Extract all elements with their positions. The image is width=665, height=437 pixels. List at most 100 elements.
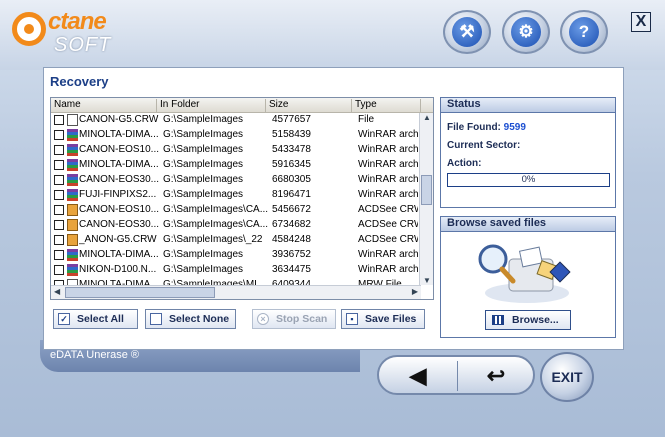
logo-text-bottom: SOFT <box>54 34 112 56</box>
return-button[interactable]: ↩ <box>461 363 531 389</box>
row-checkbox[interactable] <box>54 265 64 275</box>
save-disk-icon: ▪ <box>346 313 358 325</box>
tools-button[interactable]: ⚒ <box>443 10 491 54</box>
scroll-up-icon[interactable]: ▲ <box>423 113 431 122</box>
file-name: MINOLTA-DIMA... <box>79 249 159 260</box>
help-button[interactable]: ? <box>560 10 608 54</box>
file-row[interactable]: rar-iconMINOLTA-DIMA... G:\SampleImages 51… <box>51 128 421 143</box>
save-files-button[interactable]: ▪ Save Files <box>341 309 425 329</box>
options-button[interactable]: ⚙ <box>502 10 550 54</box>
row-checkbox[interactable] <box>54 250 64 260</box>
scroll-right-icon[interactable]: ▶ <box>412 287 418 296</box>
browse-saved-box: Browse saved files Browse... <box>440 216 616 338</box>
file-size: 3634475 <box>272 264 311 275</box>
exit-button[interactable]: EXIT <box>540 352 594 402</box>
file-type-icon: rar-icon <box>67 144 78 156</box>
file-name: MINOLTA-DIMA... <box>79 129 159 140</box>
file-size: 8196471 <box>272 189 311 200</box>
product-name: eDATA Unerase ® <box>50 349 140 361</box>
save-files-label: Save Files <box>365 313 417 325</box>
file-name: MINOLTA-DIMA... <box>79 159 159 170</box>
file-rows: doc-iconCANON-G5.CRW G:\SampleImages 45776… <box>51 113 421 293</box>
row-checkbox[interactable] <box>54 175 64 185</box>
row-checkbox[interactable] <box>54 130 64 140</box>
file-type: WinRAR arch <box>358 249 418 260</box>
file-folder: G:\SampleImages\CA... <box>163 219 268 230</box>
scroll-left-icon[interactable]: ◀ <box>54 287 60 296</box>
file-folder: G:\SampleImages <box>163 249 244 260</box>
navigation-buttons: ◀ ↩ <box>377 355 535 395</box>
horizontal-scrollbar[interactable]: ◀ ▶ <box>51 285 421 299</box>
row-checkbox[interactable] <box>54 160 64 170</box>
row-checkbox[interactable] <box>54 235 64 245</box>
file-name: CANON-EOS10... <box>79 204 160 215</box>
file-row[interactable]: acd-iconCANON-EOS30...G:\SampleImages\CA… <box>51 218 421 233</box>
file-type: ACDSee CRW <box>358 219 418 230</box>
action-label: Action: <box>447 158 482 169</box>
file-type-icon: rar-icon <box>67 129 78 141</box>
file-size: 5456672 <box>272 204 311 215</box>
file-type-icon: rar-icon <box>67 174 78 186</box>
select-all-label: Select All <box>77 313 124 325</box>
file-size: 4577657 <box>272 114 311 125</box>
vertical-scrollbar[interactable]: ▲ ▼ <box>419 113 433 285</box>
file-row[interactable]: acd-icon_ANON-G5.CRW G:\SampleImages\_22 4… <box>51 233 421 248</box>
file-name: _ANON-G5.CRW <box>79 234 157 245</box>
file-type: ACDSee CRW <box>358 234 418 245</box>
row-checkbox[interactable] <box>54 145 64 155</box>
file-folder: G:\SampleImages <box>163 174 244 185</box>
file-list-header: Name In Folder Size Type <box>51 98 433 113</box>
select-none-label: Select None <box>169 313 230 325</box>
select-none-button[interactable]: Select None <box>145 309 236 329</box>
horizontal-scroll-thumb[interactable] <box>65 287 215 298</box>
app-window: ctane SOFT ⚒ ⚙ ? X Recovery Name In Fold… <box>0 0 665 437</box>
back-button[interactable]: ◀ <box>383 363 453 389</box>
select-all-button[interactable]: ✓ Select All <box>53 309 138 329</box>
file-row[interactable]: rar-iconMINOLTA-DIMA... G:\SampleImages 39… <box>51 248 421 263</box>
file-row[interactable]: rar-iconFUJI-FINPIXS2... G:\SampleImages 8… <box>51 188 421 203</box>
file-type-icon: acd-icon <box>67 234 78 246</box>
row-checkbox[interactable] <box>54 220 64 230</box>
column-header-type[interactable]: Type <box>352 99 421 112</box>
recovery-panel: Recovery Name In Folder Size Type doc-ic… <box>43 67 624 350</box>
file-size: 3936752 <box>272 249 311 260</box>
row-checkbox[interactable] <box>54 115 64 125</box>
scroll-down-icon[interactable]: ▼ <box>423 276 431 285</box>
file-type-icon: acd-icon <box>67 204 78 216</box>
row-checkbox[interactable] <box>54 190 64 200</box>
file-folder: G:\SampleImages <box>163 159 244 170</box>
nav-divider <box>457 361 458 391</box>
column-header-folder[interactable]: In Folder <box>157 99 266 112</box>
files-found-value: 9599 <box>503 122 526 133</box>
search-files-illustration-icon <box>478 244 571 303</box>
column-header-name[interactable]: Name <box>51 99 157 112</box>
file-size: 5916345 <box>272 159 311 170</box>
file-row[interactable]: rar-iconCANON-EOS10...G:\SampleImages 543… <box>51 143 421 158</box>
status-title: Status <box>441 98 615 113</box>
close-button[interactable]: X <box>631 12 651 32</box>
file-row[interactable]: rar-iconMINOLTA-DIMA... G:\SampleImages 59… <box>51 158 421 173</box>
octane-soft-logo: ctane SOFT <box>10 6 130 56</box>
browse-title: Browse saved files <box>441 217 615 232</box>
back-arrow-icon: ◀ <box>409 363 427 388</box>
file-size: 5158439 <box>272 129 311 140</box>
empty-box-icon <box>150 313 162 325</box>
file-row[interactable]: acd-iconCANON-EOS10...G:\SampleImages\CA… <box>51 203 421 218</box>
file-type-icon: rar-icon <box>67 159 78 171</box>
file-size: 4584248 <box>272 234 311 245</box>
file-name: CANON-G5.CRW <box>79 114 159 125</box>
browse-button[interactable]: Browse... <box>485 310 571 330</box>
file-row[interactable]: rar-iconCANON-EOS30...G:\SampleImages 668… <box>51 173 421 188</box>
file-type-icon: doc-icon <box>67 114 78 126</box>
row-checkbox[interactable] <box>54 205 64 215</box>
file-folder: G:\SampleImages\CA... <box>163 204 268 215</box>
file-list[interactable]: Name In Folder Size Type doc-iconCANON-G… <box>50 97 434 300</box>
vertical-scroll-thumb[interactable] <box>421 175 432 205</box>
file-name: FUJI-FINPIXS2... <box>79 189 157 200</box>
stop-scan-button[interactable]: × Stop Scan <box>252 309 336 329</box>
column-header-size[interactable]: Size <box>266 99 352 112</box>
file-row[interactable]: rar-iconNIKON-D100.N... G:\SampleImages 36… <box>51 263 421 278</box>
file-type: WinRAR arch <box>358 129 418 140</box>
stop-icon: × <box>257 313 269 325</box>
file-row[interactable]: doc-iconCANON-G5.CRW G:\SampleImages 45776… <box>51 113 421 128</box>
